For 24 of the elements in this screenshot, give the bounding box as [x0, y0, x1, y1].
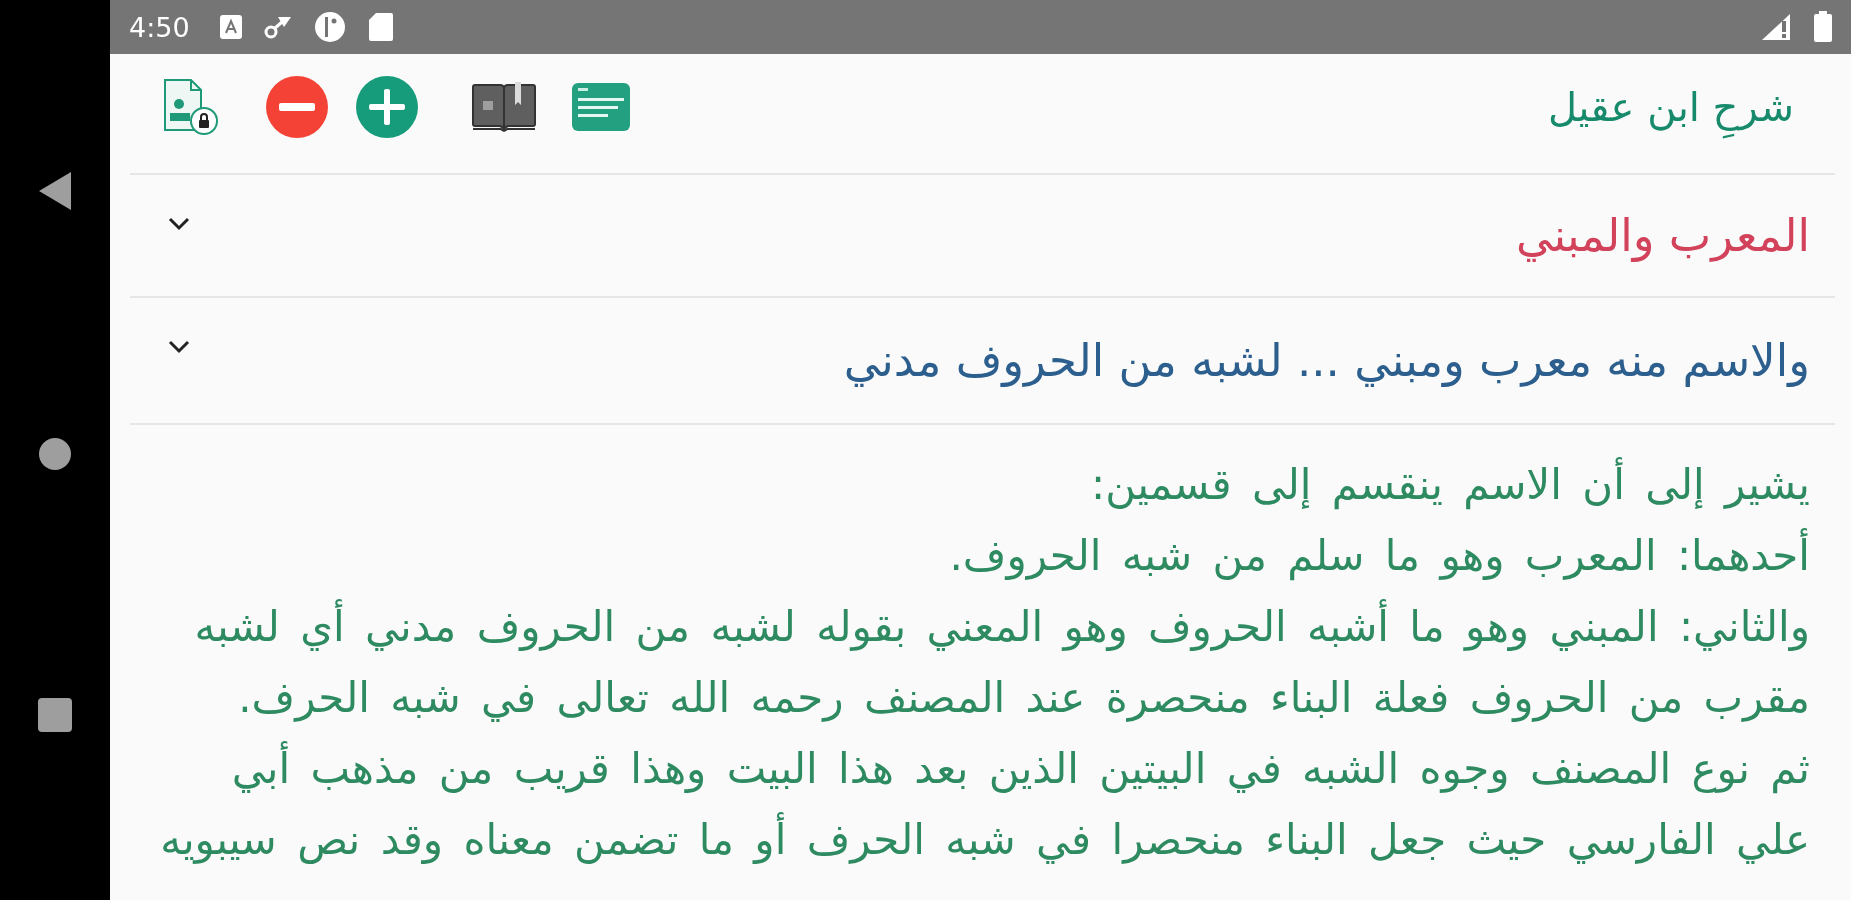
verse-heading[interactable]: والاسم منه معرب ومبني ... لشبه من الحروف مدني [843, 324, 1810, 397]
no-signal-icon [1761, 13, 1791, 41]
recents-icon[interactable] [37, 697, 73, 733]
minus-circle-icon[interactable] [266, 75, 328, 138]
letter-a-icon [219, 15, 242, 39]
circle-status-icon [313, 11, 346, 43]
chevron-down-icon[interactable] [168, 340, 190, 354]
book-title: شرحِ ابن عقيل [1548, 70, 1794, 143]
chapter-heading[interactable]: المعرب والمبني [1515, 199, 1810, 272]
chevron-down-icon[interactable] [168, 217, 190, 231]
book-icon[interactable] [471, 80, 537, 133]
status-time: 4:50 [129, 11, 190, 43]
commentary-paragraph: أحدهما: المعرب وهو ما سلم من شبه الحروف. [157, 520, 1810, 591]
plus-circle-icon[interactable] [356, 75, 418, 138]
circle-arrow-icon [263, 15, 292, 39]
commentary-paragraph: ثم نوع المصنف وجوه الشبه في البيتين الذين بعد هذا البيت وهذا قريب من مذهب أبي علي الفارسي حيث جعل البناء منحصرا في شبه الحرف أو ما تضمن معناه وقد نص سيبويه [157, 733, 1810, 875]
commentary-paragraph: والثاني: المبني وهو ما أشبه الحروف وهو المعني بقوله لشبه من الحروف مدني أي لشبه مقرب من الحروف فعلة البناء منحصرة عند المصنف رحمه الله تعالى في شبه الحرف. [157, 591, 1810, 733]
back-icon[interactable] [38, 171, 72, 211]
document-lock-icon[interactable] [161, 77, 219, 136]
commentary-paragraph: يشير إلى أن الاسم ينقسم إلى قسمين: [157, 449, 1810, 520]
sd-card-icon [367, 12, 394, 42]
battery-icon [1813, 11, 1833, 43]
home-icon[interactable] [38, 437, 72, 471]
text-card-icon[interactable] [572, 82, 630, 131]
